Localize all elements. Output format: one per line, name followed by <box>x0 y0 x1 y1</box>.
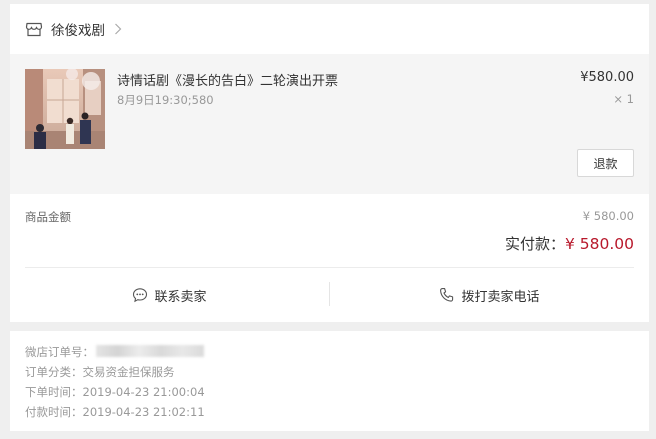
pay-time: 付款时间：2019-04-23 21:02:11 <box>25 405 205 419</box>
order-time: 下单时间：2019-04-23 21:00:04 <box>25 385 205 399</box>
order-card: 徐俊戏剧 诗情话剧《漫长的告白》二轮演出开票 8月9日19:30;580 ¥58… <box>10 4 649 322</box>
phone-icon <box>439 287 455 303</box>
order-category: 订单分类：交易资金担保服务 <box>25 365 175 379</box>
paid-value: ¥ 580.00 <box>564 235 634 253</box>
call-seller-label: 拨打卖家电话 <box>461 289 540 305</box>
contact-seller-button[interactable]: 联系卖家 <box>10 268 329 322</box>
goods-amount-label: 商品金额 <box>25 210 71 224</box>
order-number-label: 微店订单号： <box>25 345 94 359</box>
shop-name: 徐俊戏剧 <box>51 23 105 39</box>
order-info-card: 微店订单号： 订单分类：交易资金担保服务 下单时间：2019-04-23 21:… <box>10 331 649 431</box>
shop-header[interactable]: 徐俊戏剧 <box>10 4 649 54</box>
goods-amount-value: ¥ 580.00 <box>582 209 634 223</box>
contact-seller-label: 联系卖家 <box>154 289 207 305</box>
chat-bubble-icon <box>132 287 148 303</box>
product-spec: 8月9日19:30;580 <box>117 93 214 107</box>
chevron-right-icon <box>114 23 122 35</box>
order-number-row: 微店订单号： <box>25 344 204 360</box>
paid-amount-row: 实付款：¥ 580.00 <box>505 233 634 254</box>
call-seller-button[interactable]: 拨打卖家电话 <box>330 268 649 322</box>
product-thumbnail[interactable] <box>25 69 105 149</box>
product-title[interactable]: 诗情话剧《漫长的告白》二轮演出开票 <box>117 70 338 89</box>
product-item[interactable]: 诗情话剧《漫长的告白》二轮演出开票 8月9日19:30;580 ¥580.00 … <box>10 54 649 194</box>
order-number-redacted <box>96 345 204 357</box>
product-price: ¥580.00 <box>580 70 634 85</box>
refund-button[interactable]: 退款 <box>577 149 634 177</box>
paid-label: 实付款： <box>504 235 565 253</box>
store-icon <box>25 20 43 38</box>
product-quantity: × 1 <box>613 92 634 106</box>
